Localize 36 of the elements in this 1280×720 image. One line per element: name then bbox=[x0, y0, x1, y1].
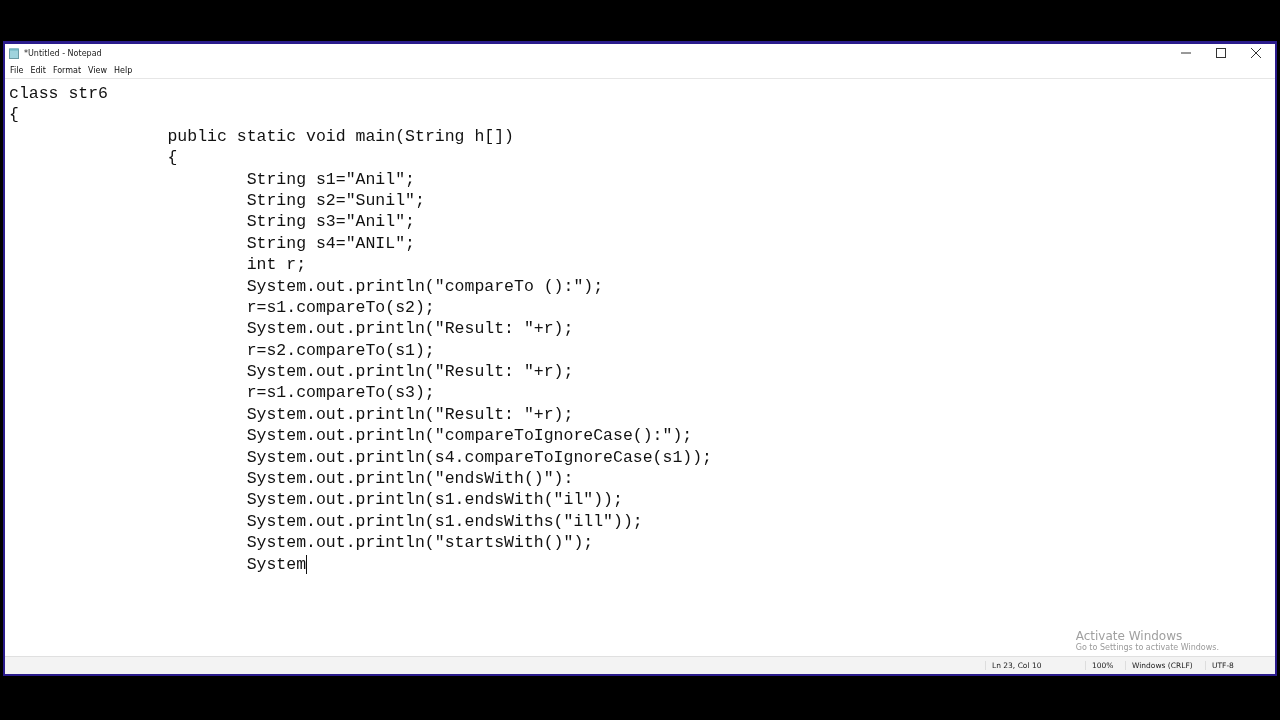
code-line: System.out.println("Result: "+r); bbox=[245, 318, 575, 340]
code-line: System bbox=[245, 553, 309, 575]
code-line: System.out.println("Result: "+r); bbox=[245, 361, 575, 383]
code-line: System.out.println(s1.endsWith("il")); bbox=[245, 489, 624, 511]
minimize-icon bbox=[1181, 52, 1191, 54]
code-line: r=s2.compareTo(s1); bbox=[245, 339, 436, 362]
code-line: r=s1.compareTo(s3); bbox=[245, 382, 436, 404]
window-title: *Untitled - Notepad bbox=[24, 48, 103, 58]
code-line: String s2="Sunil"; bbox=[245, 189, 426, 212]
close-icon bbox=[1251, 48, 1261, 58]
code-line: r=s1.compareTo(s2); bbox=[245, 296, 436, 319]
code-line: System.out.println(s1.endsWiths("ill")); bbox=[245, 510, 644, 533]
activation-message: Go to Settings to activate Windows. bbox=[1075, 643, 1219, 652]
code-line: System.out.println("Result: "+r); bbox=[245, 403, 575, 426]
code-line: System.out.println("compareTo ():"); bbox=[245, 275, 605, 297]
text-cursor bbox=[306, 554, 308, 574]
code-line: { bbox=[9, 104, 20, 126]
code-line: String s3="Anil"; bbox=[245, 211, 416, 233]
menu-item[interactable]: Format bbox=[52, 65, 82, 75]
menu-item[interactable]: File bbox=[10, 65, 24, 75]
code-line: String s4="ANIL"; bbox=[245, 232, 416, 255]
code-line: System.out.println("startsWith()"); bbox=[245, 532, 595, 554]
code-line: String s1="Anil"; bbox=[245, 168, 416, 190]
code-line: System.out.println("compareToIgnoreCase():"); bbox=[245, 425, 694, 447]
code-line: class str6 bbox=[9, 83, 110, 105]
notepad-icon bbox=[9, 47, 19, 59]
code-line: System.out.println("endsWith()"): bbox=[245, 468, 575, 490]
code-line: System.out.println(s4.compareToIgnoreCase(s1)); bbox=[245, 446, 714, 469]
code-line: { bbox=[166, 147, 179, 169]
menu-item[interactable]: Edit bbox=[30, 65, 46, 75]
activation-title: Activate Windows bbox=[1075, 629, 1184, 643]
menu-item[interactable]: Help bbox=[114, 65, 133, 75]
menu-item[interactable]: View bbox=[88, 65, 108, 75]
code-line: public static void main(String h[]) bbox=[166, 125, 515, 148]
code-line: int r; bbox=[245, 254, 308, 276]
maximize-icon bbox=[1216, 48, 1226, 58]
